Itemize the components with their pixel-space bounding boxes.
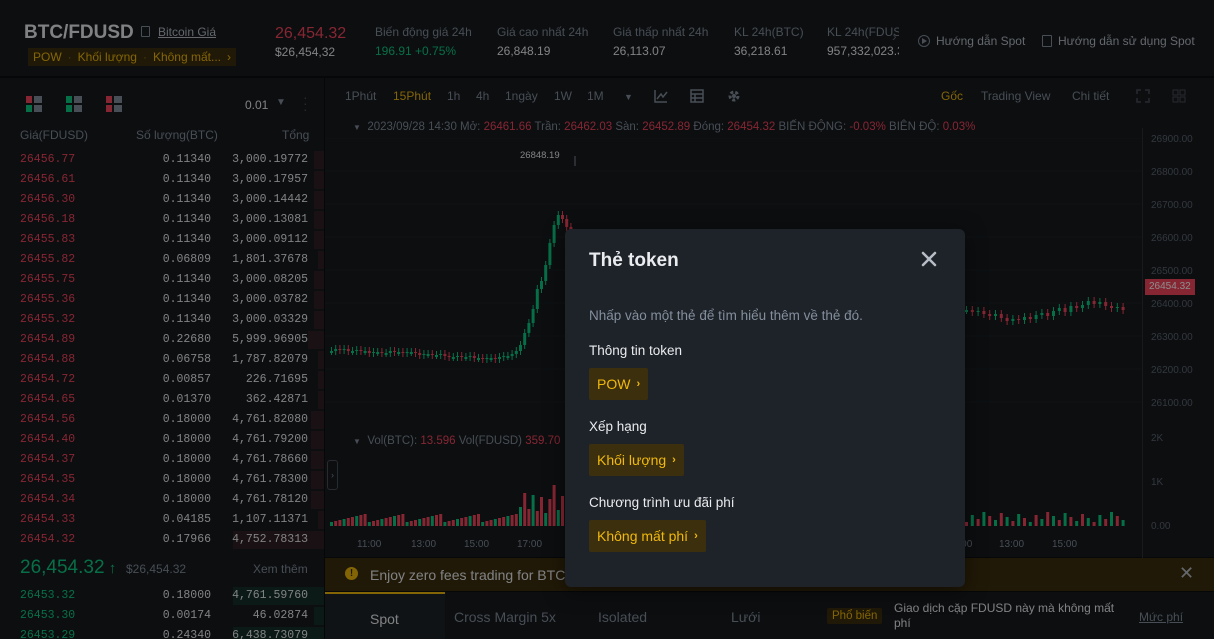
tag-volume-button[interactable]: Khối lượng › [589,444,684,476]
tag-pow-label: POW [597,376,631,392]
chevron-right-icon: › [636,378,641,390]
close-icon[interactable] [917,247,941,271]
modal-description: Nhấp vào một thẻ để tìm hiểu thêm về thẻ… [589,308,863,323]
chevron-right-icon: › [672,454,676,466]
chevron-right-icon: › [694,530,698,542]
modal-title: Thẻ token [589,250,679,271]
tag-zero-fee-button[interactable]: Không mất phí › [589,520,706,552]
tag-zero-fee-label: Không mất phí [597,528,689,544]
tag-volume-label: Khối lượng [597,452,667,468]
section-ranking: Xếp hạng [589,419,647,434]
section-fee-program: Chương trình ưu đãi phí [589,495,735,510]
token-tags-modal: Thẻ token Nhấp vào một thẻ để tìm hiểu t… [565,229,965,587]
tag-pow-button[interactable]: POW › [589,368,649,400]
section-token-info: Thông tin token [589,343,683,358]
